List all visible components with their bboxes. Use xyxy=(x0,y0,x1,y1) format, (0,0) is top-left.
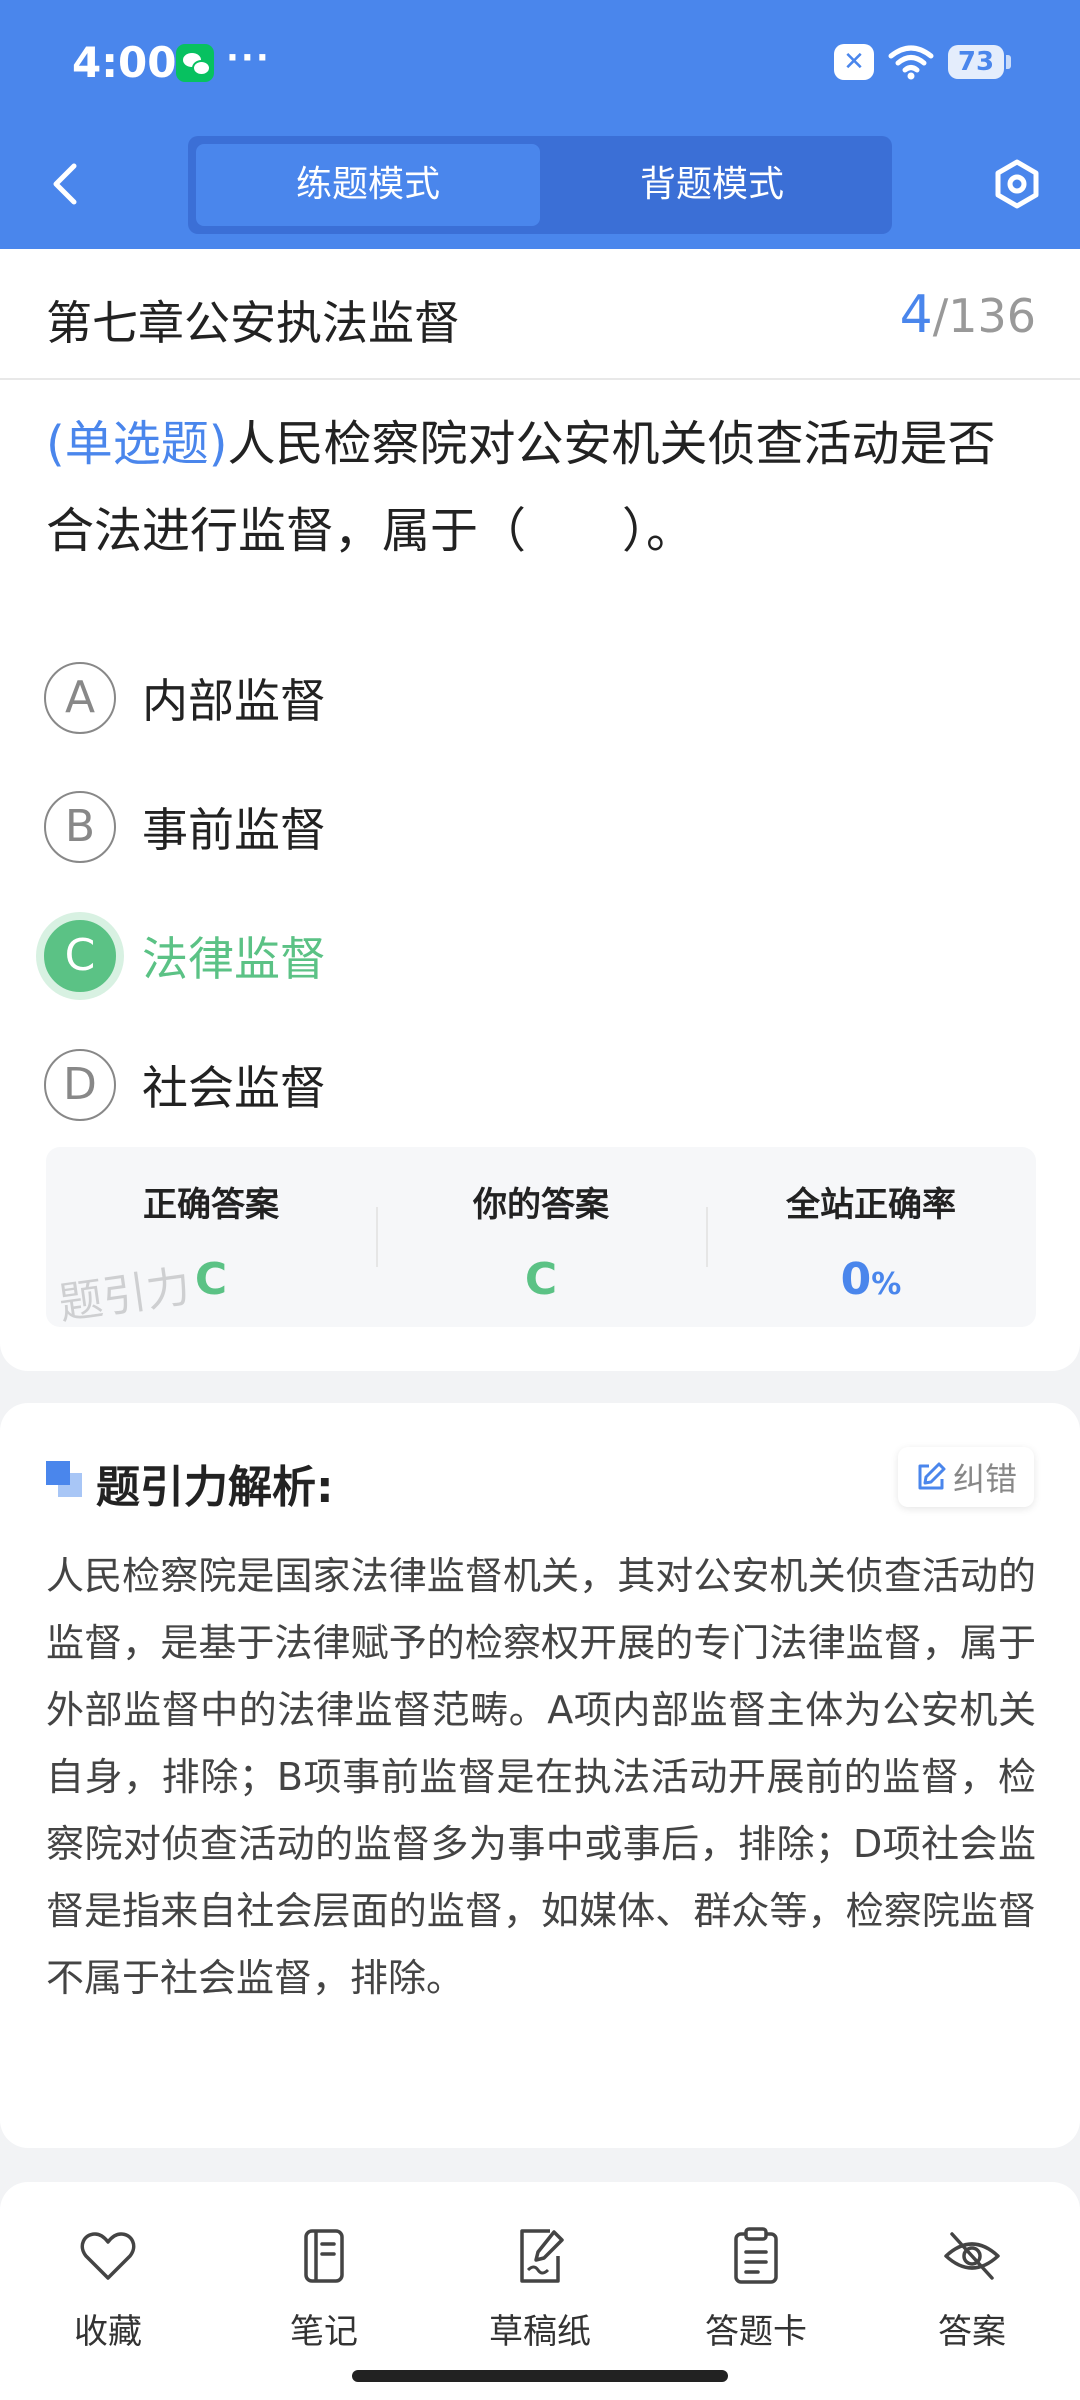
wechat-icon xyxy=(176,44,214,82)
analysis-text: 人民检察院是国家法律监督机关，其对公安机关侦查活动的监督，是基于法律赋予的检察权… xyxy=(46,1554,1036,2000)
option-text: 法律监督 xyxy=(142,932,326,986)
option-letter: D xyxy=(44,1049,116,1121)
question-type: (单选题) xyxy=(46,416,228,472)
settings-button[interactable] xyxy=(990,156,1044,212)
option-d[interactable]: D 社会监督 xyxy=(44,1047,326,1123)
current-question-number: 4 xyxy=(899,285,933,345)
more-notifications-icon: ··· xyxy=(226,38,271,78)
report-error-button[interactable]: 纠错 xyxy=(898,1447,1034,1507)
nav-draft-paper[interactable]: 草稿纸 xyxy=(460,2226,620,2353)
nav-favorite[interactable]: 收藏 xyxy=(28,2226,188,2353)
progress-separator: / xyxy=(932,289,949,343)
answer-card-icon xyxy=(734,2227,778,2284)
wifi-icon xyxy=(888,45,934,80)
nav-notes[interactable]: 笔记 xyxy=(244,2226,404,2353)
back-button[interactable] xyxy=(40,156,90,212)
chapter-row: 第七章公安执法监督 4/136 xyxy=(0,249,1080,380)
analysis-title: 题引力解析: xyxy=(96,1462,334,1513)
home-indicator xyxy=(352,2370,728,2382)
nav-label: 答案 xyxy=(938,2312,1006,2352)
settings-icon xyxy=(995,159,1039,209)
app-header: 4:00 ··· ✕ 73 练题模式 背题模式 xyxy=(0,0,1080,249)
option-text: 内部监督 xyxy=(142,674,326,728)
option-b[interactable]: B 事前监督 xyxy=(44,789,326,865)
accuracy-rate-label: 全站正确率 xyxy=(786,1185,956,1225)
your-answer-stat: 你的答案 C xyxy=(376,1147,706,1327)
total-questions: 136 xyxy=(948,289,1036,343)
chapter-title: 第七章公安执法监督 xyxy=(46,296,460,350)
report-error-label: 纠错 xyxy=(952,1460,1017,1498)
tab-practice-mode[interactable]: 练题模式 xyxy=(196,144,540,226)
nav-answer-card[interactable]: 答题卡 xyxy=(676,2226,836,2353)
answer-stats: 正确答案 C 你的答案 C 全站正确率 0% xyxy=(46,1147,1036,1327)
option-letter: A xyxy=(44,662,116,734)
option-text: 社会监督 xyxy=(142,1061,326,1115)
status-icons: ✕ 73 xyxy=(834,44,1011,80)
bottom-nav: 收藏 笔记 草稿纸 答题卡 答案 xyxy=(0,2182,1080,2400)
option-letter: C xyxy=(44,920,116,992)
option-c[interactable]: C 法律监督 xyxy=(44,918,326,994)
accuracy-rate-number: 0 xyxy=(840,1254,872,1305)
notebook-icon xyxy=(304,2229,344,2283)
nav-answer[interactable]: 答案 xyxy=(892,2226,1052,2353)
edit-icon xyxy=(918,1462,946,1490)
accuracy-rate-value: 0% xyxy=(706,1254,1036,1305)
option-a[interactable]: A 内部监督 xyxy=(44,660,326,736)
chevron-left-icon xyxy=(53,163,77,205)
no-sim-icon: ✕ xyxy=(834,44,874,80)
analysis-card: 题引力解析: 纠错 人民检察院是国家法律监督机关，其对公安机关侦查活动的监督，是… xyxy=(0,1403,1080,2148)
battery-indicator: 73 xyxy=(948,45,1011,79)
question-progress[interactable]: 4/136 xyxy=(900,285,1036,345)
your-answer-value: C xyxy=(524,1254,558,1305)
nav-label: 笔记 xyxy=(290,2312,358,2352)
status-time: 4:00 xyxy=(72,38,177,87)
draft-icon xyxy=(520,2229,564,2283)
nav-label: 草稿纸 xyxy=(489,2312,591,2352)
nav-label: 收藏 xyxy=(74,2312,142,2352)
mode-switch: 练题模式 背题模式 xyxy=(188,136,892,234)
option-text: 事前监督 xyxy=(142,803,326,857)
nav-label: 答题卡 xyxy=(705,2312,807,2352)
question-card: 第七章公安执法监督 4/136 (单选题)人民检察院对公安机关侦查活动是否合法进… xyxy=(0,249,1080,1371)
analysis-icon xyxy=(46,1461,82,1497)
question-text: (单选题)人民检察院对公安机关侦查活动是否合法进行监督，属于（ ）。 xyxy=(46,401,1036,575)
accuracy-rate-unit: % xyxy=(871,1267,902,1302)
eye-off-icon xyxy=(944,2232,1000,2280)
tab-memorize-mode[interactable]: 背题模式 xyxy=(540,144,884,226)
correct-answer-label: 正确答案 xyxy=(143,1185,279,1225)
heart-icon xyxy=(80,2232,136,2280)
option-letter: B xyxy=(44,791,116,863)
accuracy-rate-stat: 全站正确率 0% xyxy=(706,1147,1036,1327)
your-answer-label: 你的答案 xyxy=(473,1185,609,1225)
